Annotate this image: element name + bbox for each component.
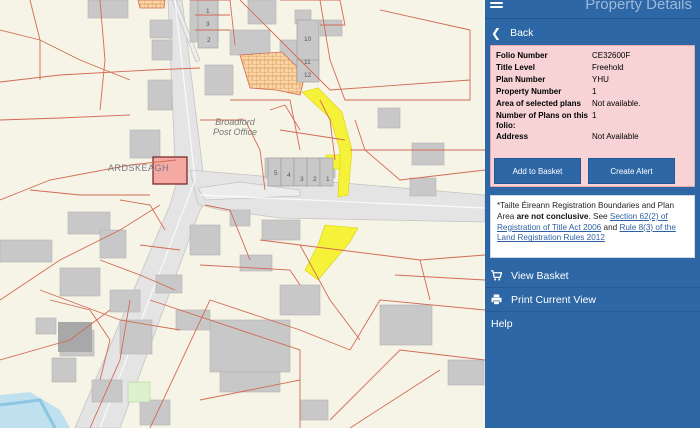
detail-value: CE32600F — [592, 51, 631, 60]
detail-key: Area of selected plans — [496, 99, 581, 108]
print-current-view-menu-item[interactable]: Print Current View — [485, 288, 700, 312]
back-label: Back — [510, 26, 534, 39]
chevron-left-icon: ❮ — [491, 25, 502, 40]
help-menu-item[interactable]: Help — [485, 312, 700, 336]
create-alert-button[interactable]: Create Alert — [588, 158, 675, 184]
house-number: 10 — [304, 36, 312, 43]
detail-key: Folio Number — [496, 51, 548, 60]
add-to-basket-button[interactable]: Add to Basket — [494, 158, 581, 184]
back-button[interactable]: ❮ Back — [485, 18, 700, 46]
detail-value: 1 — [592, 87, 597, 96]
detail-value: Freehold — [592, 63, 624, 72]
detail-row-folio: Folio Number CE32600F — [496, 51, 694, 63]
house-number: 1 — [206, 8, 210, 15]
house-number: 2 — [313, 176, 317, 183]
panel-menu: View Basket Print Current View Help — [485, 264, 700, 336]
notice-text: . See — [588, 211, 610, 221]
detail-row-plan-number: Plan Number YHU — [496, 75, 694, 87]
detail-key: Property Number — [496, 87, 562, 96]
post-office-label: Broadford Post Office — [212, 117, 257, 137]
house-number: 5 — [274, 170, 278, 177]
house-number: 2 — [207, 37, 211, 44]
panel-title: Property Details — [585, 0, 692, 13]
detail-value: Not Available — [592, 132, 639, 141]
place-name-label: ARDSKEAGH — [108, 163, 170, 173]
notice-text: and — [601, 222, 620, 232]
notice-bold-text: are not conclusive — [516, 211, 589, 221]
house-number: 1 — [326, 176, 330, 183]
detail-value: 1 — [592, 111, 597, 120]
house-number: 12 — [304, 72, 312, 79]
dark-building — [58, 322, 92, 352]
details-actions: Add to Basket Create Alert — [494, 158, 675, 184]
cart-icon — [491, 270, 502, 281]
detail-row-area: Area of selected plans Not available. — [496, 99, 694, 111]
detail-value: YHU — [592, 75, 609, 84]
detail-key: Address — [496, 132, 529, 141]
detail-key: Plan Number — [496, 75, 546, 84]
property-details-panel: Property Details ❮ Back Folio Number CE3… — [485, 0, 700, 428]
detail-row-number-of-plans: Number of Plans on this folio: 1 — [496, 111, 694, 132]
detail-value: Not available. — [592, 99, 641, 108]
detail-row-title-level: Title Level Freehold — [496, 63, 694, 75]
panel-header: Property Details — [485, 0, 700, 16]
hamburger-menu-icon[interactable] — [490, 0, 503, 8]
house-number: 4 — [287, 172, 291, 179]
house-number: 3 — [206, 21, 210, 28]
detail-row-address: Address Not Available — [496, 132, 694, 144]
view-basket-menu-item[interactable]: View Basket — [485, 264, 700, 288]
menu-item-label: Print Current View — [511, 293, 597, 306]
registration-notice: *Tailte Éireann Registration Boundaries … — [490, 195, 695, 258]
green-area — [127, 381, 151, 403]
menu-item-label: Help — [491, 318, 513, 330]
menu-item-label: View Basket — [511, 269, 569, 282]
house-number: 3 — [300, 176, 304, 183]
printer-icon — [491, 294, 502, 305]
detail-key: Number of Plans on this folio: — [496, 111, 589, 130]
property-details-box: Folio Number CE32600F Title Level Freeho… — [490, 45, 695, 187]
detail-key: Title Level — [496, 63, 535, 72]
map-canvas[interactable] — [0, 0, 485, 428]
house-number: 11 — [304, 59, 311, 66]
map-view[interactable]: ARDSKEAGH Broadford Post Office 1 3 10 1… — [0, 0, 485, 428]
detail-row-property-number: Property Number 1 — [496, 87, 694, 99]
